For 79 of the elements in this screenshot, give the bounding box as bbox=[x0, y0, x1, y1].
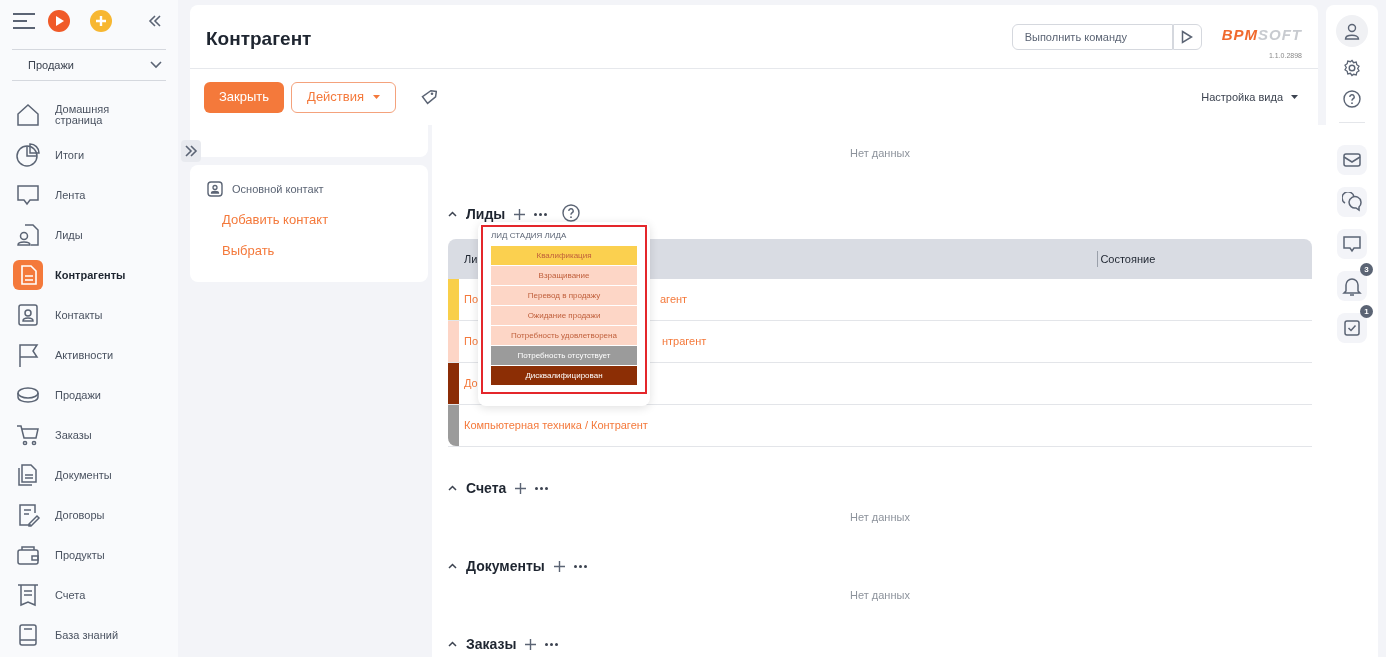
count-badge: 1 bbox=[1360, 305, 1373, 318]
caret-icon bbox=[373, 95, 381, 99]
nav-item[interactable]: Активности bbox=[12, 339, 166, 371]
empty-message: Нет данных bbox=[849, 510, 911, 525]
play-icon[interactable] bbox=[48, 10, 70, 32]
contact-icon bbox=[207, 181, 223, 198]
tool-button[interactable] bbox=[1337, 313, 1367, 343]
section-title: Заказы bbox=[466, 634, 517, 654]
run-icon bbox=[1181, 30, 1194, 44]
collapse-icon[interactable] bbox=[448, 485, 457, 491]
lead-icon bbox=[15, 222, 41, 248]
comment-icon bbox=[15, 182, 41, 208]
nav-item[interactable]: Лиды bbox=[12, 219, 166, 251]
nav-item[interactable]: Счета bbox=[12, 579, 166, 611]
settings-icon[interactable] bbox=[1343, 59, 1361, 77]
tool-button[interactable] bbox=[1337, 187, 1367, 217]
tag-icon[interactable] bbox=[421, 89, 438, 105]
collapse-icon[interactable] bbox=[448, 211, 457, 217]
tool-button[interactable] bbox=[1337, 271, 1367, 301]
expand-button[interactable] bbox=[181, 140, 201, 162]
menu-icon[interactable] bbox=[12, 12, 36, 30]
contact-icon bbox=[15, 302, 41, 328]
popup-title: ЛИД СТАДИЯ ЛИДА bbox=[491, 230, 568, 242]
nav-item[interactable]: Заказы bbox=[12, 419, 166, 451]
empty-message: Нет данных bbox=[849, 146, 911, 161]
receipt-icon bbox=[15, 582, 41, 608]
collapse-icon[interactable] bbox=[148, 14, 162, 28]
nav-item[interactable]: Контакты bbox=[12, 299, 166, 331]
add-icon[interactable] bbox=[525, 638, 537, 650]
more-icon[interactable] bbox=[535, 486, 549, 490]
expand-icon bbox=[184, 145, 198, 157]
empty-message: Нет данных bbox=[849, 588, 911, 603]
tool-button[interactable] bbox=[1337, 229, 1367, 259]
section-title: Счета bbox=[466, 478, 507, 498]
nav-item[interactable]: Контрагенты bbox=[12, 259, 166, 291]
nav-item[interactable]: Итоги bbox=[12, 139, 166, 171]
chat-icon bbox=[1342, 192, 1362, 212]
more-icon[interactable] bbox=[545, 642, 559, 646]
section-title: Лиды bbox=[466, 204, 506, 224]
command-field[interactable]: Выполнить команду bbox=[1011, 24, 1173, 50]
add-icon[interactable] bbox=[514, 208, 526, 220]
chevron-down-icon bbox=[150, 61, 162, 69]
nav-item[interactable]: База знаний bbox=[12, 619, 166, 651]
cart-icon bbox=[15, 422, 41, 448]
panel-title: Основной контакт bbox=[232, 182, 324, 197]
count-badge: 3 bbox=[1360, 263, 1373, 276]
pie-chart-icon bbox=[15, 142, 41, 168]
help-icon[interactable] bbox=[1343, 90, 1361, 108]
run-button[interactable] bbox=[1172, 24, 1202, 50]
column-header: Состояние bbox=[1097, 250, 1156, 268]
section-title: Документы bbox=[466, 556, 545, 576]
user-icon bbox=[1344, 22, 1360, 40]
checkbox-icon bbox=[1342, 318, 1362, 338]
caret-icon bbox=[1291, 95, 1298, 99]
nav-item[interactable]: Домашняя страница bbox=[12, 99, 166, 131]
section-select[interactable]: Продажи bbox=[12, 49, 166, 81]
help-icon[interactable] bbox=[562, 203, 581, 222]
mail-icon bbox=[1342, 150, 1362, 170]
page-title: Контрагент bbox=[206, 27, 312, 51]
tool-button[interactable] bbox=[1337, 145, 1367, 175]
more-icon[interactable] bbox=[534, 212, 548, 216]
home-icon bbox=[15, 102, 41, 128]
collapse-icon[interactable] bbox=[448, 563, 457, 569]
nav-item[interactable]: Документы bbox=[12, 459, 166, 491]
more-icon[interactable] bbox=[573, 564, 587, 568]
profile-button[interactable] bbox=[1336, 15, 1368, 47]
add-icon[interactable] bbox=[515, 482, 527, 494]
bell-icon bbox=[1342, 276, 1362, 296]
nav-item[interactable]: Продукты bbox=[12, 539, 166, 571]
nav-item[interactable]: Продажи bbox=[12, 379, 166, 411]
nav-item[interactable]: Лента bbox=[12, 179, 166, 211]
nav-item[interactable]: Договоры bbox=[12, 499, 166, 531]
view-settings-button[interactable]: Настройка вида bbox=[1201, 88, 1298, 106]
stage-option[interactable]: Дисквалифицирован bbox=[491, 366, 637, 385]
column-header: Ли bbox=[464, 251, 478, 267]
add-icon[interactable] bbox=[553, 560, 565, 572]
collapse-icon[interactable] bbox=[448, 641, 457, 647]
comment-icon bbox=[1342, 234, 1362, 254]
section-label: Продажи bbox=[28, 57, 74, 73]
